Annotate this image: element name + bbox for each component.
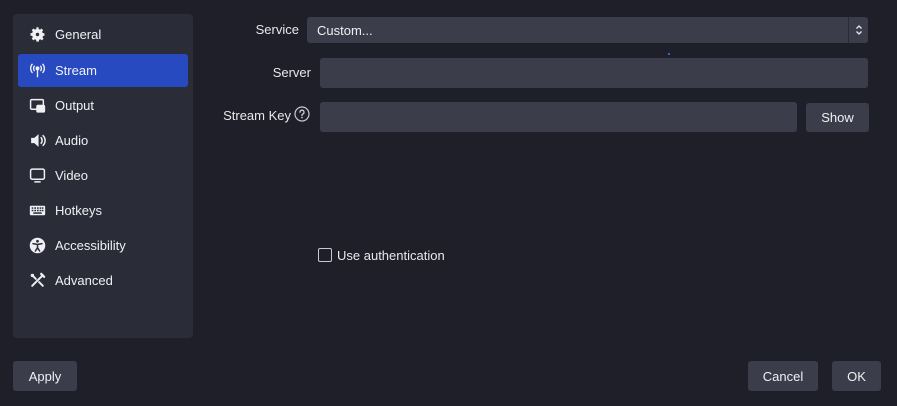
output-icon (28, 97, 46, 115)
accessibility-icon (28, 237, 46, 255)
wrench-screwdriver-icon (28, 272, 46, 290)
keyboard-icon (28, 202, 46, 220)
service-label: Service (255, 22, 299, 37)
use-authentication-label[interactable]: Use authentication (337, 248, 445, 263)
sidebar-item-label: Stream (55, 63, 97, 78)
sidebar-item-hotkeys[interactable]: Hotkeys (18, 194, 188, 227)
gear-icon (28, 26, 46, 44)
sidebar-item-label: General (55, 27, 102, 42)
stream-key-input[interactable] (320, 102, 797, 132)
antenna-icon (28, 62, 46, 80)
service-selected-value: Custom... (317, 23, 373, 38)
sidebar-item-label: Advanced (55, 273, 113, 288)
show-button[interactable]: Show (806, 103, 869, 132)
sidebar-item-stream[interactable]: Stream (18, 54, 188, 87)
sidebar-item-label: Audio (55, 133, 89, 148)
sidebar-item-label: Video (55, 168, 89, 183)
chevron-up-down-icon (848, 17, 868, 43)
sidebar-item-output[interactable]: Output (18, 89, 188, 122)
help-icon[interactable] (294, 106, 310, 122)
cancel-button[interactable]: Cancel (748, 361, 818, 391)
sidebar-item-label: Accessibility (55, 238, 126, 253)
sidebar-item-label: Output (55, 98, 95, 113)
server-label: Server (272, 65, 311, 80)
sidebar-item-video[interactable]: Video (18, 159, 188, 192)
stream-key-label: Stream Key (223, 108, 291, 123)
service-select[interactable]: Custom... (307, 17, 868, 43)
sidebar-item-audio[interactable]: Audio (18, 124, 188, 157)
speaker-icon (28, 132, 46, 150)
sidebar-item-advanced[interactable]: Advanced (18, 264, 188, 297)
server-input[interactable] (320, 58, 868, 88)
monitor-icon (28, 167, 46, 185)
sidebar-item-label: Hotkeys (55, 203, 102, 218)
apply-button[interactable]: Apply (13, 361, 77, 391)
use-authentication-checkbox[interactable] (318, 248, 332, 262)
ok-button[interactable]: OK (832, 361, 881, 391)
settings-sidebar: General Stream Output Audio Video Hotkey… (13, 14, 193, 338)
sidebar-item-general[interactable]: General (18, 18, 188, 51)
sidebar-item-accessibility[interactable]: Accessibility (18, 229, 188, 262)
focus-indicator (668, 53, 670, 55)
